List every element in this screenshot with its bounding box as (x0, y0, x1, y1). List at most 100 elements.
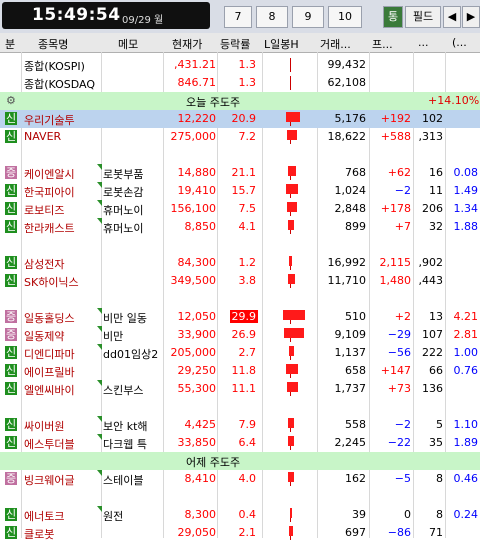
next-icon[interactable]: ▶ (462, 6, 480, 28)
extra-value: 136 (422, 382, 443, 395)
extra-value: 11 (429, 184, 443, 197)
change-rate: 1.3 (238, 76, 257, 89)
stock-name[interactable]: 케이엔알시 (24, 166, 75, 182)
stock-name[interactable]: SK하이닉스 (24, 274, 79, 290)
stock-name[interactable]: 에이프릴바 (24, 364, 75, 380)
volume: 1,737 (334, 382, 367, 395)
table-row[interactable]: 신 SK하이닉스 349,500 3.8 11,710 1,480 ,443 (0, 272, 480, 290)
stock-name[interactable]: 로보티즈 (24, 202, 64, 218)
table-row[interactable]: 신 로보티즈 휴머노이 156,100 7.5 2,848 +178 206 1.34 (0, 200, 480, 218)
page-10-button[interactable]: 10 (328, 6, 362, 28)
table-row[interactable]: 신 한라캐스트 휴머노이 8,850 4.1 899 +7 32 1.88 (0, 218, 480, 236)
table-row[interactable]: 신 디엔디파마 dd01임상2 205,000 2.7 1,137 −56 222 1.00 (0, 344, 480, 362)
change-rate: 3.8 (238, 274, 257, 287)
table-row[interactable]: 증 케이엔알시 로봇부품 14,880 21.1 768 +62 16 0.08 (0, 164, 480, 182)
memo-flag-icon (97, 434, 102, 440)
stock-memo[interactable]: 로봇손감 (103, 184, 143, 200)
stock-memo[interactable]: dd01임상2 (103, 346, 158, 362)
table-row[interactable]: 신 싸이버원 보안 kt해 4,425 7.9 558 −2 5 1.10 (0, 416, 480, 434)
table-row[interactable]: 신 한국피아이 로봇손감 19,410 15.7 1,024 −2 11 1.49 (0, 182, 480, 200)
table-row[interactable]: 신 에스투더블 다크웹 특 33,850 6.4 2,245 −22 35 1.89 (0, 434, 480, 452)
current-price: 84,300 (177, 256, 217, 269)
memo-flag-icon (97, 344, 102, 350)
extra-value: 66 (429, 364, 443, 377)
prev-icon[interactable]: ◀ (443, 6, 461, 28)
gear-icon[interactable]: ⚙ (6, 94, 16, 107)
stock-memo[interactable]: 다크웹 특 (103, 436, 147, 452)
change-rate: 20.9 (231, 112, 257, 125)
integrated-toggle[interactable]: 통 (383, 6, 403, 28)
col-ratio[interactable]: (... (452, 36, 467, 49)
table-row[interactable]: 신 에너토크 원전 8,300 0.4 39 0 8 0.24 (0, 506, 480, 524)
table-row[interactable]: 신 삼성전자 84,300 1.2 16,992 2,115 ,902 (0, 254, 480, 272)
col-name[interactable]: 종목명 (38, 36, 68, 52)
stock-name[interactable]: 한국피아이 (24, 184, 75, 200)
col-extra[interactable]: ... (418, 36, 429, 49)
stock-memo[interactable]: 로봇부품 (103, 166, 143, 182)
memo-flag-icon (97, 308, 102, 314)
stock-memo[interactable]: 보안 kt해 (103, 418, 148, 434)
table-row[interactable]: 종합(KOSPI) ,431.21 1.3 99,432 (0, 56, 480, 74)
daily-bar-tick (290, 76, 291, 90)
stock-name[interactable]: 빙크웨어글 (24, 472, 75, 488)
page-7-button[interactable]: 7 (224, 6, 252, 28)
col-daily-bar[interactable]: L일봉H (264, 36, 299, 52)
stock-name[interactable]: 한라캐스트 (24, 220, 75, 236)
stock-memo[interactable]: 휴머노이 (103, 220, 143, 236)
program-value: −5 (394, 472, 411, 485)
stock-memo[interactable]: 비만 (103, 328, 123, 344)
badge-new: 신 (5, 508, 17, 521)
stock-memo[interactable]: 스테이블 (103, 472, 143, 488)
stock-name[interactable]: 엘엔씨바이 (24, 382, 75, 398)
stock-name[interactable]: 삼성전자 (24, 256, 64, 272)
stock-name[interactable]: 에스투더블 (24, 436, 75, 452)
table-row[interactable]: 증 일동제약 비만 33,900 26.9 9,109 −29 107 2.81 (0, 326, 480, 344)
current-price: 156,100 (170, 202, 217, 215)
stock-memo[interactable]: 스킨부스 (103, 382, 143, 398)
stock-name[interactable]: 일동제약 (24, 328, 64, 344)
page-8-button[interactable]: 8 (256, 6, 288, 28)
stock-name[interactable]: 에너토크 (24, 508, 64, 524)
table-row[interactable]: 증 일동홀딩스 비만 일동 12,050 29.9 510 +2 13 4.21 (0, 308, 480, 326)
change-rate: 7.2 (238, 130, 257, 143)
stock-memo[interactable]: 원전 (103, 508, 123, 524)
table-row[interactable]: 증 빙크웨어글 스테이블 8,410 4.0 162 −5 8 0.46 (0, 470, 480, 488)
table-row[interactable]: 신 클로봇 29,050 2.1 697 −86 71 (0, 524, 480, 542)
table-row[interactable]: 신 NAVER 275,000 7.2 18,622 +588 ,313 (0, 128, 480, 146)
stock-name[interactable]: 싸이버원 (24, 418, 64, 434)
daily-bar (290, 508, 292, 518)
section-today: ⚙ 오늘 주도주 +14.10% (0, 92, 480, 110)
stock-name[interactable]: 종합(KOSDAQ (24, 76, 95, 92)
col-program[interactable]: 프... (372, 36, 393, 52)
daily-bar (288, 220, 294, 230)
badge-new: 신 (5, 220, 17, 233)
ratio-value: 2.81 (453, 328, 479, 341)
stock-name[interactable]: 클로봇 (24, 526, 54, 542)
stock-name[interactable]: 우리기술투 (24, 112, 75, 128)
col-rate[interactable]: 등락률 (220, 36, 250, 52)
current-price: 8,300 (184, 508, 217, 521)
table-row[interactable]: 신 엘엔씨바이 스킨부스 55,300 11.1 1,737 +73 136 (0, 380, 480, 398)
col-memo[interactable]: 메모 (118, 36, 138, 52)
col-volume[interactable]: 거래... (320, 36, 351, 52)
page-9-button[interactable]: 9 (292, 6, 324, 28)
field-button[interactable]: 필드 (405, 6, 441, 28)
current-price: 55,300 (177, 382, 217, 395)
stock-name[interactable]: 디엔디파마 (24, 346, 75, 362)
stock-name[interactable]: NAVER (24, 130, 61, 143)
volume: 9,109 (334, 328, 367, 341)
ratio-value: 1.88 (453, 220, 479, 233)
stock-memo[interactable]: 휴머노이 (103, 202, 143, 218)
stock-name[interactable]: 일동홀딩스 (24, 310, 75, 326)
col-type[interactable]: 분 (5, 36, 15, 52)
col-price[interactable]: 현재가 (172, 36, 202, 52)
volume: 899 (345, 220, 366, 233)
stock-memo[interactable]: 비만 일동 (103, 310, 147, 326)
memo-flag-icon (97, 218, 102, 224)
badge-new: 신 (5, 130, 17, 143)
table-row[interactable]: 종합(KOSDAQ 846.71 1.3 62,108 (0, 74, 480, 92)
table-row[interactable]: 신 에이프릴바 29,250 11.8 658 +147 66 0.76 (0, 362, 480, 380)
stock-name[interactable]: 종합(KOSPI) (24, 58, 85, 74)
table-row[interactable]: 신 우리기술투 12,220 20.9 5,176 +192 102 (0, 110, 480, 128)
badge-new: 신 (5, 382, 17, 395)
